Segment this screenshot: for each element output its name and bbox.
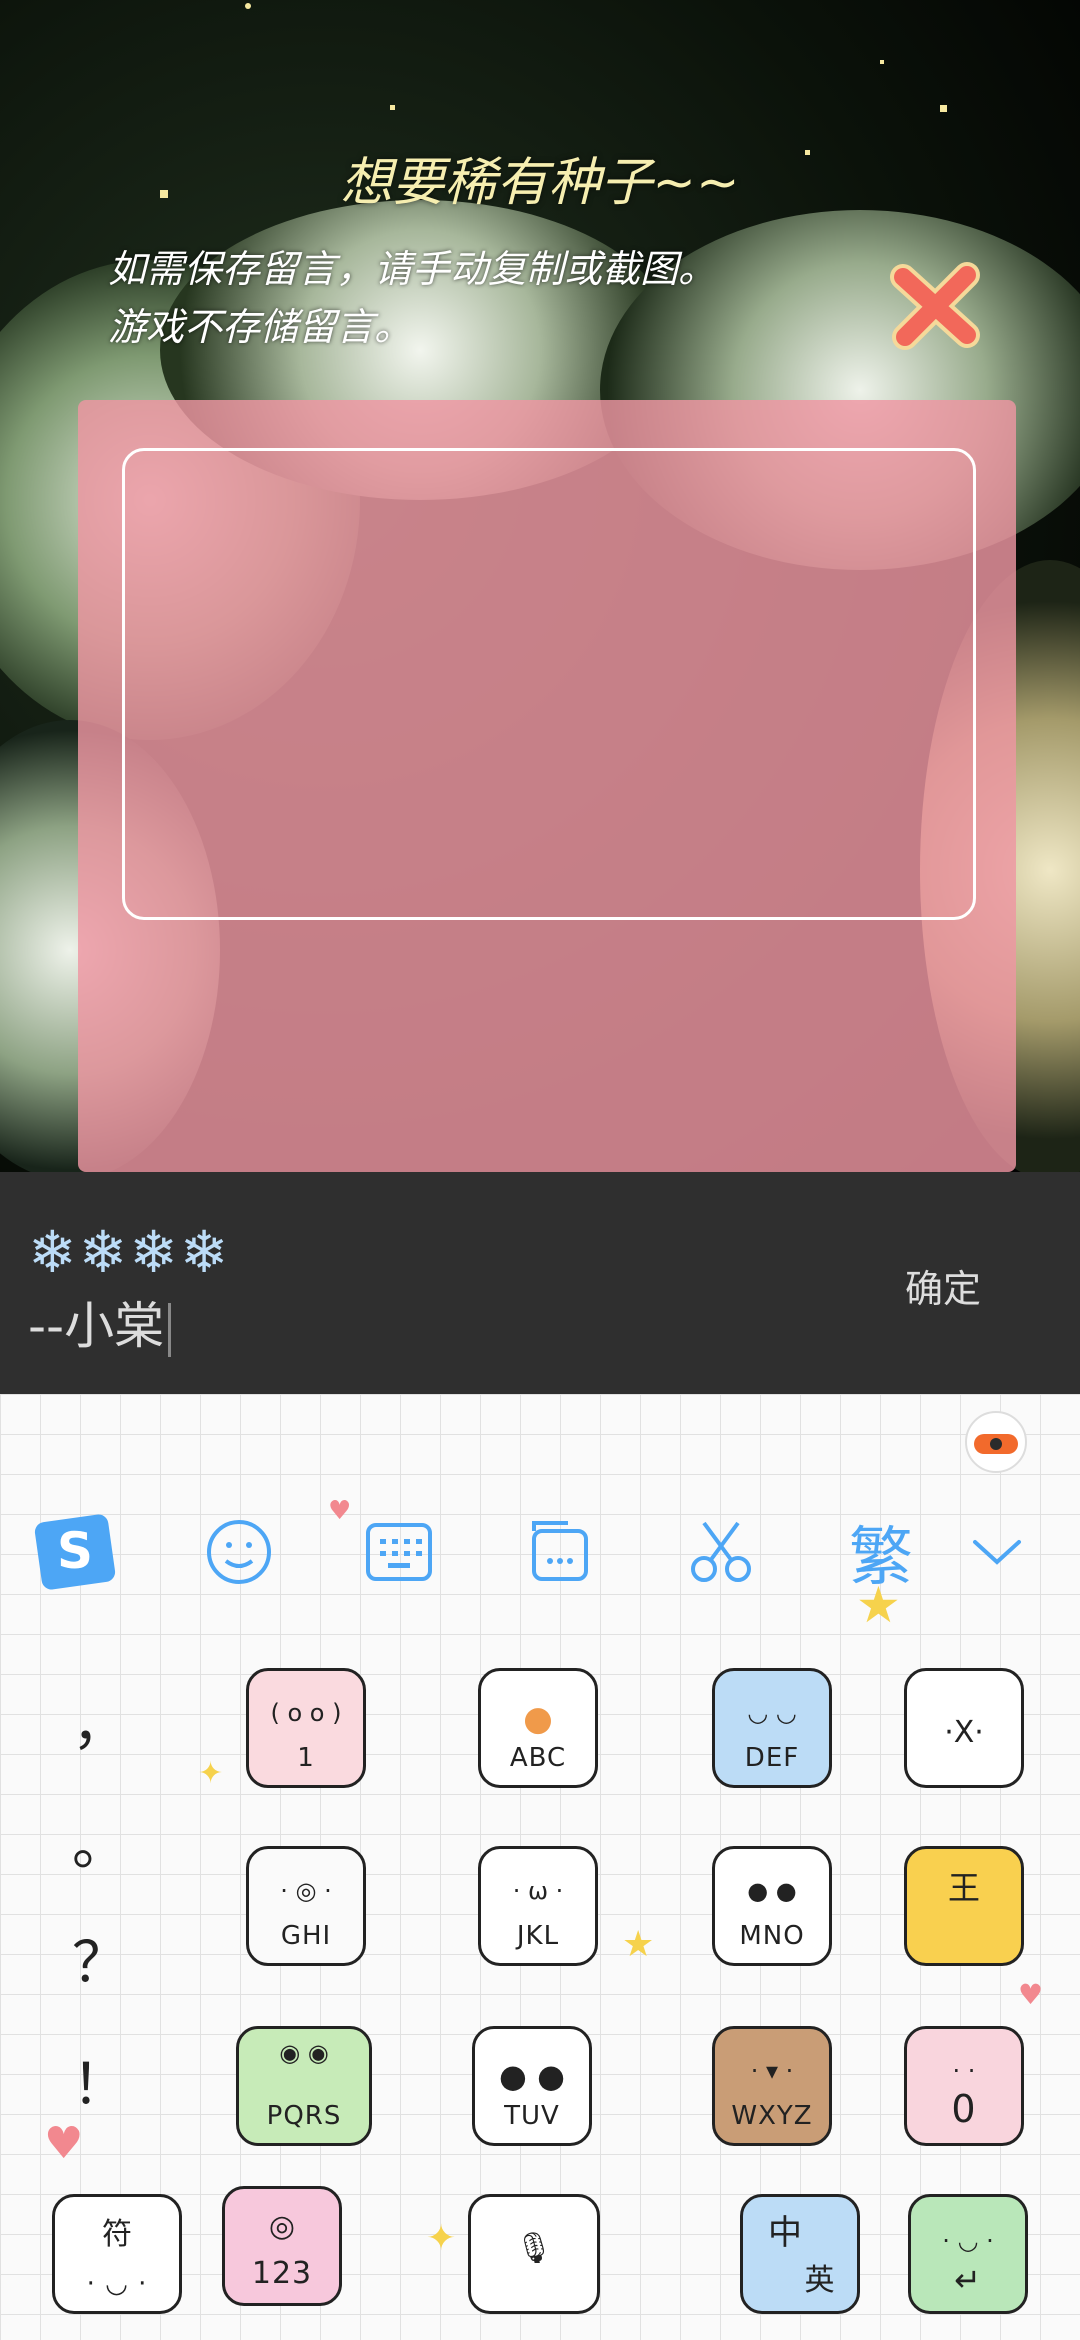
- key-0-pig[interactable]: · · 0: [904, 2026, 1024, 2146]
- key-ghi-hamster[interactable]: · ◎ · GHI: [246, 1846, 366, 1966]
- heart-decoration: ♥: [44, 2118, 84, 2169]
- key-husky[interactable]: ·X·: [904, 1668, 1024, 1788]
- dialog-notice: 如需保存留言，请手动复制或截图。 游戏不存储留言。: [108, 247, 717, 349]
- key-wxyz-bear[interactable]: · ▾ · WXYZ: [712, 2026, 832, 2146]
- snowflake-decoration: ❄❄❄❄: [28, 1218, 231, 1286]
- clipboard-icon[interactable]: [514, 1516, 604, 1588]
- key-def-penguin[interactable]: ◡ ◡ DEF: [712, 1668, 832, 1788]
- key-pqrs-frog[interactable]: ◉ ◉ PQRS: [236, 2026, 372, 2146]
- scissors-icon[interactable]: [676, 1516, 766, 1588]
- microphone-icon: 🎙: [514, 2231, 554, 2266]
- svg-text:S: S: [57, 1522, 93, 1580]
- punct-key-question[interactable]: ？: [60, 1918, 140, 1999]
- message-input[interactable]: --小棠: [28, 1286, 172, 1358]
- voice-key-cow[interactable]: 🎙: [468, 2194, 600, 2314]
- key-tuv-panda[interactable]: ● ● TUV: [472, 2026, 592, 2146]
- message-card: [78, 400, 1016, 1172]
- language-switch-key[interactable]: 中英: [740, 2194, 860, 2314]
- key-jkl-cat[interactable]: · ω · JKL: [478, 1846, 598, 1966]
- enter-key-dino[interactable]: · ◡ · ↵: [908, 2194, 1028, 2314]
- heart-decoration: ♥: [328, 1496, 352, 1526]
- key-tiger[interactable]: 王: [904, 1846, 1024, 1966]
- heart-decoration: ♥: [1018, 1978, 1044, 2011]
- dialog-title: 想要稀有种子~~: [340, 153, 740, 213]
- key-1-pig[interactable]: ( o o ) 1: [246, 1668, 366, 1788]
- key-abc-duck[interactable]: ● ABC: [478, 1668, 598, 1788]
- symbols-key-seal[interactable]: 符 · ◡ ·: [52, 2194, 182, 2314]
- collapse-icon[interactable]: [952, 1516, 1042, 1588]
- star-decoration: ★: [856, 1576, 901, 1634]
- confirm-button[interactable]: 确定: [888, 1258, 998, 1313]
- key-mno-raccoon[interactable]: ● ● MNO: [712, 1846, 832, 1966]
- sogou-logo-icon[interactable]: S: [30, 1514, 120, 1590]
- close-icon: [890, 262, 980, 350]
- punct-key-comma[interactable]: ，: [60, 1680, 140, 1761]
- numbers-key-octopus[interactable]: ◎ 123: [222, 2186, 342, 2306]
- close-button[interactable]: [885, 255, 985, 355]
- assistant-robot-icon[interactable]: [962, 1408, 1030, 1476]
- punct-key-exclamation[interactable]: ！: [60, 2040, 140, 2121]
- message-input-text: --小棠: [28, 1297, 165, 1355]
- star-decoration: ✦: [426, 2218, 457, 2259]
- enter-icon: ↵: [954, 2261, 982, 2299]
- emoji-icon[interactable]: [194, 1516, 284, 1588]
- punct-key-period[interactable]: 。: [60, 1800, 140, 1881]
- star-decoration: ★: [622, 1924, 655, 1965]
- keyboard-icon[interactable]: [354, 1516, 444, 1588]
- message-frame: [122, 448, 976, 920]
- text-caret: [168, 1302, 172, 1357]
- star-decoration: ✦: [198, 1756, 224, 1791]
